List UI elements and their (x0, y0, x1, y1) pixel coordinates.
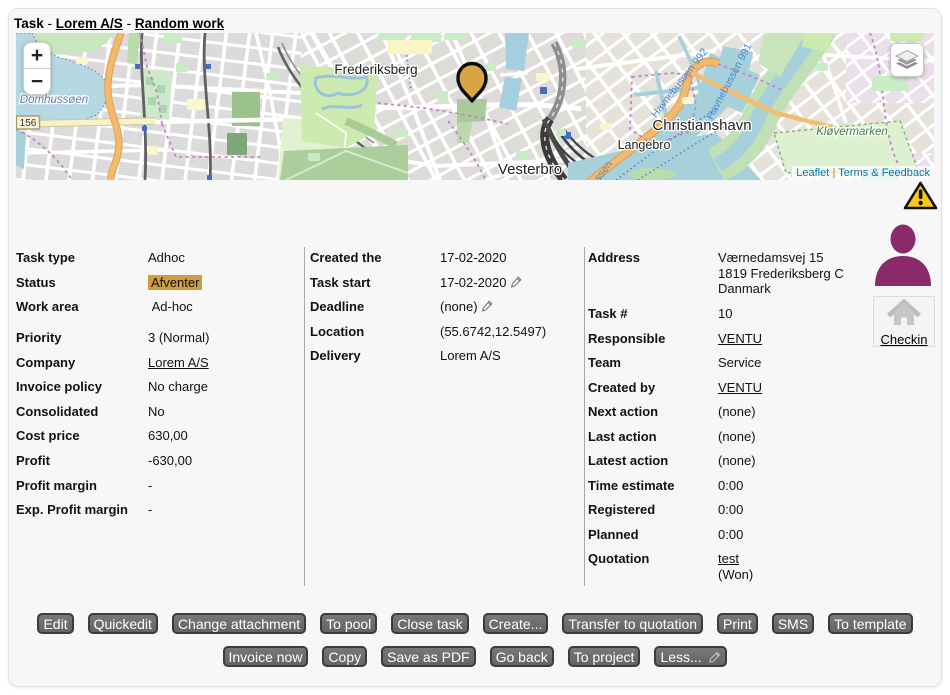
svg-text:Vesterbro: Vesterbro (498, 161, 562, 178)
svg-text:Frederiksberg: Frederiksberg (334, 62, 417, 77)
svg-text:Domhussøen: Domhussøen (20, 94, 88, 106)
svg-text:Christianshavn: Christianshavn (652, 117, 751, 134)
svg-text:Kløvermarken: Kløvermarken (816, 126, 888, 138)
svg-text:Langebro: Langebro (618, 138, 671, 152)
svg-text:156: 156 (20, 118, 37, 129)
